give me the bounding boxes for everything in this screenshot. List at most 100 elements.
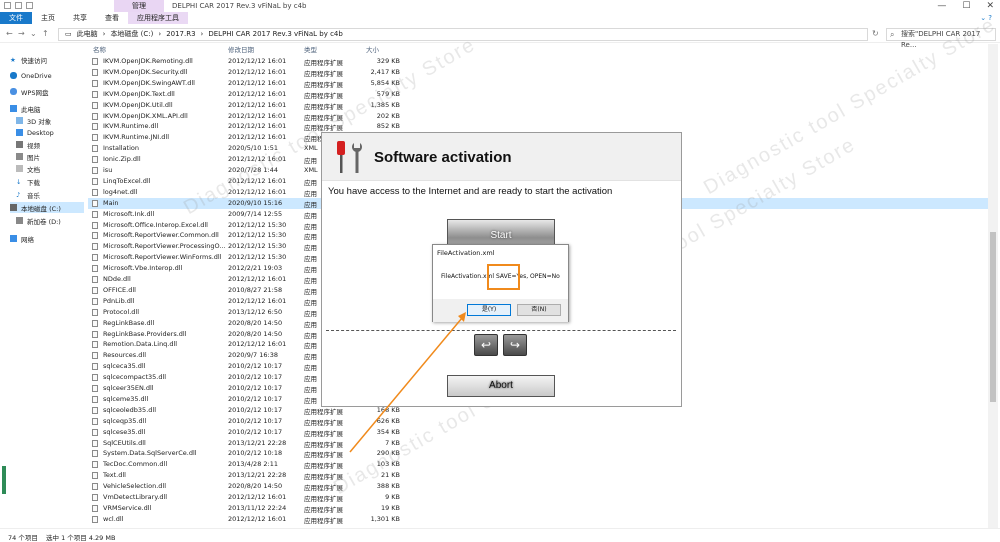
- file-name: IKVM.Runtime.dll: [103, 122, 159, 131]
- file-icon: [92, 199, 98, 207]
- nav-wps[interactable]: WPS网盘: [10, 86, 84, 97]
- drive-icon: [10, 204, 17, 211]
- table-row[interactable]: IKVM.Runtime.dll 2012/12/12 16:01 应用程序扩展 85…: [88, 121, 988, 132]
- file-icon: [92, 90, 98, 98]
- file-date: 2012/12/12 16:01: [228, 187, 287, 196]
- table-row[interactable]: VRMService.dll 2013/11/12 22:24 应用程序扩展 19 K…: [88, 503, 988, 514]
- table-row[interactable]: IKVM.OpenJDK.Util.dll 2012/12/12 16:01 应用程…: [88, 100, 988, 111]
- scrollbar-thumb[interactable]: [990, 232, 996, 402]
- table-row[interactable]: wcl.dll 2012/12/12 16:01 应用程序扩展 1,301 KB: [88, 514, 988, 525]
- table-row[interactable]: System.Data.SqlServerCe.dll 2010/2/12 10:…: [88, 448, 988, 459]
- table-row[interactable]: VmDetectLibrary.dll 2012/12/12 16:01 应用程序扩…: [88, 492, 988, 503]
- forward-arrow-button[interactable]: ↪: [503, 334, 527, 356]
- file-name: Resources.dll: [103, 351, 146, 360]
- file-type: 应用: [304, 396, 317, 405]
- file-type: 应用: [304, 211, 317, 220]
- nav-drive-d[interactable]: 新加卷 (D:): [16, 215, 90, 226]
- file-size: 5,854 KB: [370, 78, 400, 87]
- properties-icon[interactable]: [15, 2, 22, 9]
- file-date: 2012/12/12 16:01: [228, 493, 287, 501]
- minimize-icon[interactable]: —: [937, 1, 946, 11]
- file-type: 应用程序扩展: [304, 113, 343, 122]
- breadcrumb-item[interactable]: 此电脑: [77, 29, 98, 40]
- file-name: sqlceme35.dll: [103, 394, 149, 403]
- file-type: 应用: [304, 255, 317, 264]
- file-date: 2012/12/12 16:01: [228, 296, 287, 305]
- nav-documents[interactable]: 文档: [16, 163, 90, 174]
- tab-share[interactable]: 共享: [64, 12, 96, 24]
- manage-context-tab[interactable]: 管理: [114, 0, 164, 12]
- file-icon: [92, 297, 98, 305]
- forward-icon[interactable]: →: [18, 29, 25, 38]
- save-icon[interactable]: [4, 2, 11, 9]
- file-date: 2012/12/12 15:30: [228, 253, 287, 262]
- tab-home[interactable]: 主页: [32, 12, 64, 24]
- column-type[interactable]: 类型: [304, 44, 317, 54]
- table-row[interactable]: IKVM.OpenJDK.Remoting.dll 2012/12/12 16:0…: [88, 56, 988, 67]
- no-button[interactable]: 否(N): [517, 304, 561, 316]
- file-icon: [92, 112, 98, 120]
- file-size: 579 KB: [376, 89, 400, 98]
- file-type: 应用程序扩展: [304, 484, 343, 493]
- abort-button[interactable]: Abort: [447, 375, 555, 397]
- window-title: DELPHI CAR 2017 Rev.3 vFiNaL by c4b: [172, 2, 307, 10]
- refresh-icon[interactable]: ↻: [872, 29, 879, 38]
- breadcrumb-item[interactable]: 本地磁盘 (C:): [110, 29, 153, 40]
- column-size[interactable]: 大小: [366, 44, 379, 54]
- file-icon: [92, 494, 98, 501]
- yes-button[interactable]: 是(Y): [467, 304, 511, 316]
- tab-app-tools[interactable]: 应用程序工具: [128, 12, 188, 24]
- recent-icon[interactable]: ⌄: [30, 29, 37, 38]
- table-row[interactable]: sqlceqp35.dll 2010/2/12 10:17 应用程序扩展 626 KB: [88, 416, 988, 427]
- nav-desktop[interactable]: Desktop: [16, 127, 90, 138]
- column-name[interactable]: 名称: [93, 44, 106, 54]
- back-arrow-button[interactable]: ↩: [474, 334, 498, 356]
- ribbon-expand-icon[interactable]: ⌄ ?: [980, 14, 992, 22]
- file-icon: [92, 504, 98, 512]
- breadcrumb-item[interactable]: DELPHI CAR 2017 Rev.3 vFiNaL by c4b: [208, 29, 342, 40]
- table-row[interactable]: TecDoc.Common.dll 2013/4/28 2:11 应用程序扩展 103…: [88, 459, 988, 470]
- table-row[interactable]: IKVM.OpenJDK.SwingAWT.dll 2012/12/12 16:0…: [88, 78, 988, 89]
- up-icon[interactable]: ↑: [42, 29, 49, 38]
- table-row[interactable]: IKVM.OpenJDK.XML.API.dll 2012/12/12 16:01…: [88, 111, 988, 122]
- nav-onedrive[interactable]: OneDrive: [10, 70, 84, 81]
- breadcrumb[interactable]: ▭ 此电脑 › 本地磁盘 (C:) › 2017.R3 › DELPHI CAR 20…: [58, 28, 868, 41]
- file-name: Microsoft.Office.Interop.Excel.dll: [103, 220, 208, 229]
- maximize-icon[interactable]: ☐: [962, 1, 970, 11]
- nav-quick-access[interactable]: ★ 快速访问: [10, 54, 84, 65]
- table-row[interactable]: SqlCEUtils.dll 2013/12/21 22:28 应用程序扩展 7 KB: [88, 438, 988, 449]
- table-row[interactable]: Text.dll 2013/12/21 22:28 应用程序扩展 21 KB: [88, 470, 988, 481]
- column-date[interactable]: 修改日期: [228, 44, 254, 54]
- tab-file[interactable]: 文件: [0, 12, 32, 24]
- table-row[interactable]: IKVM.OpenJDK.Text.dll 2012/12/12 16:01 应用程…: [88, 89, 988, 100]
- nav-downloads[interactable]: ↓ 下载: [16, 176, 90, 187]
- nav-pictures[interactable]: 图片: [16, 151, 90, 162]
- nav-3d-objects[interactable]: 3D 对象: [16, 115, 90, 126]
- new-folder-icon[interactable]: [26, 2, 33, 9]
- file-icon: [92, 341, 98, 349]
- item-count: 74 个项目: [8, 534, 38, 542]
- cloud-icon: [10, 88, 17, 95]
- nav-videos[interactable]: 视频: [16, 139, 90, 150]
- table-row[interactable]: IKVM.OpenJDK.Security.dll 2012/12/12 16:0…: [88, 67, 988, 78]
- search-input[interactable]: ⌕ 搜索"DELPHI CAR 2017 Re...: [886, 28, 996, 49]
- file-type: 应用: [304, 342, 317, 351]
- file-date: 2010/8/27 21:58: [228, 285, 283, 294]
- file-icon: [92, 308, 98, 316]
- table-row[interactable]: sqlcese35.dll 2010/2/12 10:17 应用程序扩展 354 KB: [88, 427, 988, 438]
- back-icon[interactable]: ←: [6, 29, 13, 38]
- file-type: 应用: [304, 178, 317, 187]
- file-icon: [92, 68, 98, 76]
- table-row[interactable]: VehicleSelection.dll 2020/8/20 14:50 应用程序扩…: [88, 481, 988, 492]
- nav-music[interactable]: ♪ 音乐: [16, 189, 90, 200]
- file-name: Microsoft.ReportViewer.Common.dll: [103, 231, 219, 240]
- close-icon[interactable]: ✕: [986, 1, 994, 11]
- file-date: 2012/12/12 16:01: [228, 275, 287, 283]
- navigation-pane: ★ 快速访问 OneDrive WPS网盘 此电脑 3D 对象 Desktop 视…: [0, 44, 86, 528]
- tab-view[interactable]: 查看: [96, 12, 128, 24]
- breadcrumb-item[interactable]: 2017.R3: [166, 29, 195, 40]
- nav-drive-c[interactable]: 本地磁盘 (C:): [10, 202, 84, 213]
- nav-this-pc[interactable]: 此电脑: [10, 103, 84, 114]
- file-name: Protocol.dll: [103, 307, 139, 316]
- nav-network[interactable]: 网络: [10, 233, 84, 244]
